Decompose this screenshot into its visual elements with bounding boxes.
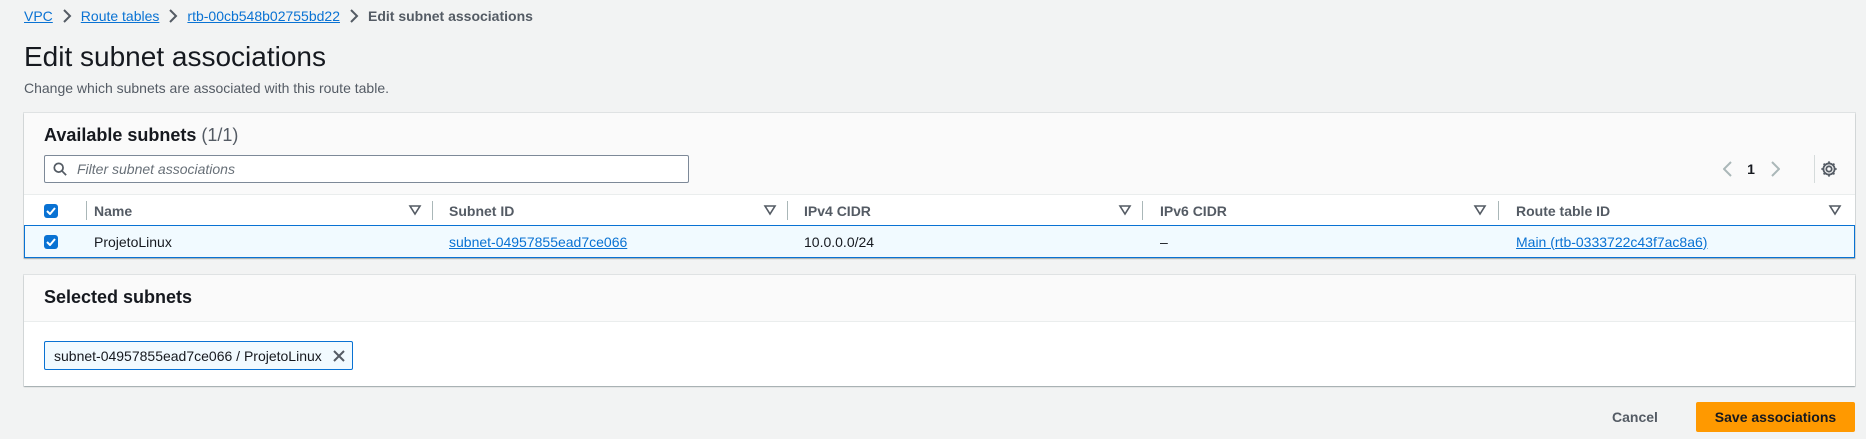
table-row[interactable]: ProjetoLinux subnet-04957855ead7ce066 10…	[24, 225, 1855, 258]
sort-caret-icon[interactable]	[1118, 203, 1132, 217]
available-subnets-count: (1/1)	[201, 125, 239, 145]
cancel-button[interactable]: Cancel	[1612, 403, 1658, 431]
column-divider[interactable]	[787, 201, 788, 220]
pagination: 1	[1714, 155, 1788, 183]
row-checkbox[interactable]	[44, 226, 58, 257]
sort-caret-icon[interactable]	[763, 203, 777, 217]
table-header: Name Subnet ID IPv4 CIDR IPv6 CIDR Route…	[24, 194, 1855, 226]
available-subnets-title: Available subnets (1/1)	[44, 125, 238, 146]
sort-caret-icon[interactable]	[1828, 203, 1842, 217]
select-all-checkbox[interactable]	[44, 195, 58, 226]
column-header-ipv6-cidr[interactable]: IPv6 CIDR	[1160, 195, 1227, 226]
chevron-right-icon	[340, 9, 368, 23]
sort-caret-icon[interactable]	[1473, 203, 1487, 217]
cell-name: ProjetoLinux	[94, 233, 172, 250]
column-divider[interactable]	[1142, 201, 1143, 220]
selected-subnets-title: Selected subnets	[44, 287, 193, 307]
search-icon	[53, 162, 67, 176]
breadcrumb: VPC Route tables rtb-00cb548b02755bd22 E…	[24, 6, 533, 26]
cell-subnet-id: subnet-04957855ead7ce066	[449, 226, 627, 257]
breadcrumb-link-vpc[interactable]: VPC	[24, 8, 53, 24]
column-header-name[interactable]: Name	[94, 195, 132, 226]
checkbox-checked-icon	[44, 203, 58, 218]
cell-ipv4-cidr: 10.0.0.0/24	[804, 233, 875, 250]
column-header-route-table-id[interactable]: Route table ID	[1516, 195, 1610, 226]
close-icon[interactable]	[332, 349, 346, 363]
breadcrumb-link-route-table[interactable]: rtb-00cb548b02755bd22	[187, 8, 340, 24]
route-table-link[interactable]: Main (rtb-0333722c43f7ac8a6)	[1516, 234, 1707, 250]
column-divider	[86, 201, 87, 220]
cell-ipv6-cidr: –	[1160, 233, 1168, 250]
page-title: Edit subnet associations	[24, 41, 326, 72]
selected-subnets-panel: Selected subnets subnet-04957855ead7ce06…	[24, 275, 1855, 386]
token-label: subnet-04957855ead7ce066 / ProjetoLinux	[54, 347, 322, 364]
save-associations-button[interactable]: Save associations	[1696, 402, 1855, 432]
filter-subnet-input[interactable]	[75, 160, 679, 178]
chevron-right-icon	[53, 9, 81, 23]
page-description: Change which subnets are associated with…	[24, 80, 389, 96]
available-subnets-heading: Available subnets	[44, 125, 197, 145]
column-header-subnet-id[interactable]: Subnet ID	[449, 195, 514, 226]
sort-caret-icon[interactable]	[408, 203, 422, 217]
subnet-id-link[interactable]: subnet-04957855ead7ce066	[449, 234, 627, 250]
panel-header	[24, 275, 1855, 322]
chevron-right-icon	[159, 9, 187, 23]
cell-route-table-id: Main (rtb-0333722c43f7ac8a6)	[1516, 226, 1707, 257]
chevron-right-icon[interactable]	[1762, 155, 1788, 183]
breadcrumb-current: Edit subnet associations	[367, 8, 533, 24]
column-divider[interactable]	[432, 201, 433, 220]
page-number[interactable]: 1	[1740, 155, 1762, 183]
chevron-left-icon[interactable]	[1714, 155, 1740, 183]
column-divider[interactable]	[1498, 201, 1499, 220]
column-header-ipv4-cidr[interactable]: IPv4 CIDR	[804, 195, 871, 226]
selected-subnet-token: subnet-04957855ead7ce066 / ProjetoLinux	[44, 341, 353, 370]
checkbox-checked-icon	[44, 234, 58, 249]
filter-search-box[interactable]	[44, 155, 689, 183]
breadcrumb-link-route-tables[interactable]: Route tables	[81, 8, 160, 24]
available-subnets-panel: Available subnets (1/1) 1 Name Subnet ID…	[24, 113, 1855, 258]
gear-icon[interactable]	[1814, 155, 1843, 183]
